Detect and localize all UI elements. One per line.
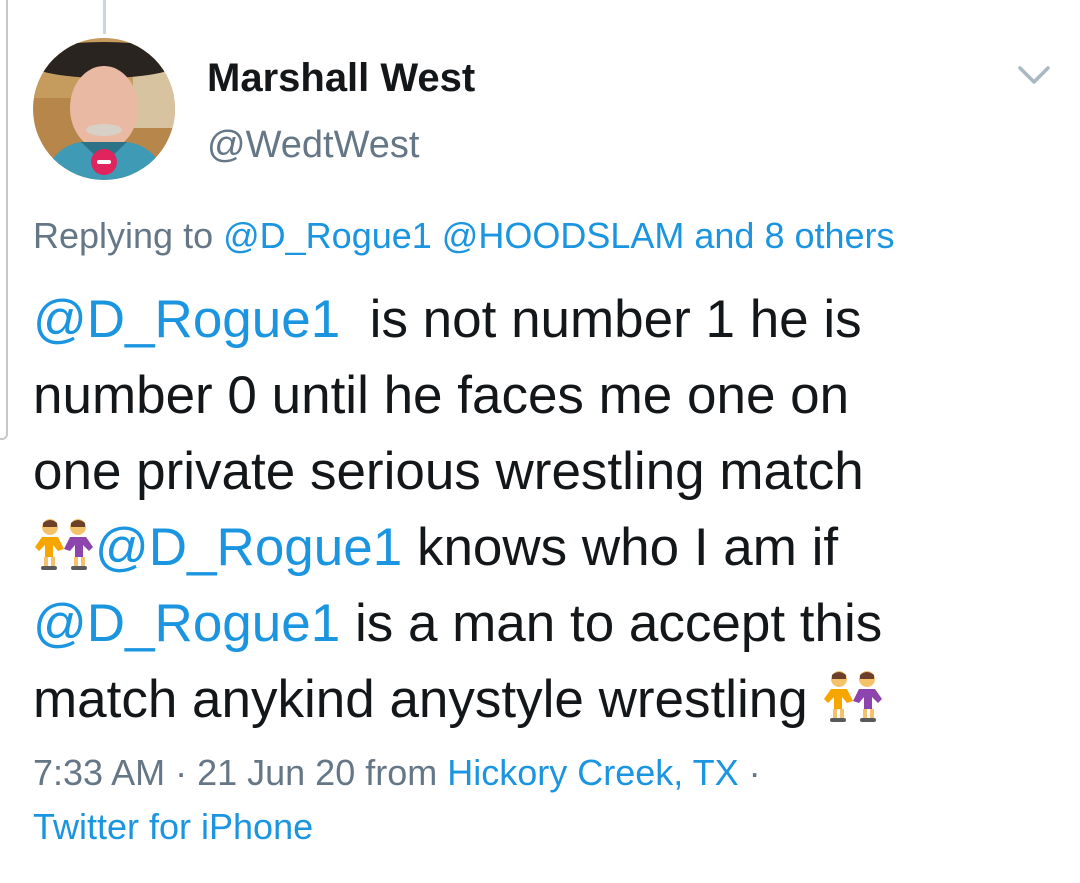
tweet-date[interactable]: 21 Jun 20 xyxy=(197,752,355,793)
body-text: is a man to accept this xyxy=(340,594,883,653)
body-text: match anykind anystyle wrestling xyxy=(33,670,823,729)
body-text: knows who I am if xyxy=(402,518,839,577)
tweet-meta: 7:33 AM · 21 Jun 20 from Hickory Creek, … xyxy=(33,752,761,794)
tweet-line-6: match anykind anystyle wrestling xyxy=(33,662,1063,738)
body-text: is not number 1 he is xyxy=(340,290,862,349)
tweet-body: @D_Rogue1 is not number 1 he is number 0… xyxy=(33,282,1063,738)
author-handle[interactable]: @WedtWest xyxy=(207,124,419,167)
meta-from: from xyxy=(355,752,448,793)
tweet-line-2: number 0 until he faces me one on xyxy=(33,366,850,425)
reply-others-link[interactable]: and 8 others xyxy=(694,215,894,256)
author-name[interactable]: Marshall West xyxy=(207,56,475,101)
tweet-line-3: one private serious wrestling match xyxy=(33,442,864,501)
women-wrestling-emoji xyxy=(822,668,884,722)
tweet-time[interactable]: 7:33 AM xyxy=(33,752,165,793)
meta-separator: · xyxy=(165,752,198,793)
thread-connector-line xyxy=(103,0,106,34)
body-mention[interactable]: @D_Rogue1 xyxy=(33,594,340,653)
reply-mention-hoodslam[interactable]: @HOODSLAM xyxy=(442,215,685,256)
women-wrestling-emoji xyxy=(33,516,95,570)
meta-separator: · xyxy=(738,752,761,793)
chevron-down-icon[interactable] xyxy=(1014,60,1054,90)
replying-to: Replying to @D_Rogue1 @HOODSLAM and 8 ot… xyxy=(33,215,895,257)
avatar[interactable] xyxy=(33,38,175,180)
tweet-line-4: @D_Rogue1 knows who I am if xyxy=(33,510,1063,586)
tweet-line-1: @D_Rogue1 is not number 1 he is xyxy=(33,282,1063,358)
body-mention[interactable]: @D_Rogue1 xyxy=(95,518,402,577)
tweet-source-link[interactable]: Twitter for iPhone xyxy=(33,806,313,848)
reply-mention-d-rogue1[interactable]: @D_Rogue1 xyxy=(223,215,432,256)
replying-prefix: Replying to xyxy=(33,215,224,256)
body-mention[interactable]: @D_Rogue1 xyxy=(33,290,340,349)
tweet-left-edge xyxy=(0,0,8,440)
tweet-line-5: @D_Rogue1 is a man to accept this xyxy=(33,586,1063,662)
tweet-location-link[interactable]: Hickory Creek, TX xyxy=(447,752,738,793)
